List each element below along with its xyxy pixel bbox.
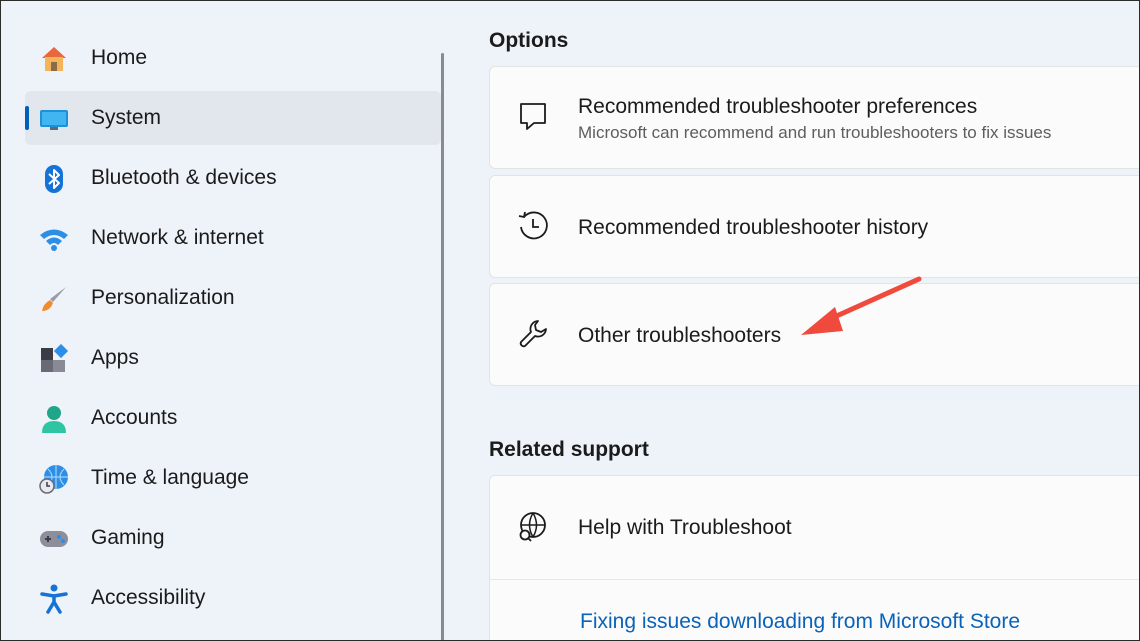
sidebar-item-system[interactable]: System (25, 91, 441, 145)
sidebar: Home System Bluetooth & devices Network … (1, 1, 444, 640)
globe-search-icon (516, 510, 550, 544)
sidebar-item-label: Apps (91, 346, 139, 369)
gamepad-icon (39, 524, 69, 554)
selection-indicator (25, 106, 29, 130)
sidebar-item-label: Gaming (91, 526, 165, 549)
sidebar-item-bluetooth[interactable]: Bluetooth & devices (25, 151, 441, 205)
troubleshooter-preferences-card[interactable]: Recommended troubleshooter preferences M… (489, 66, 1139, 169)
apps-icon (39, 344, 69, 374)
annotation-arrow-icon (791, 271, 931, 356)
settings-window: Home System Bluetooth & devices Network … (0, 0, 1140, 641)
sidebar-item-time-language[interactable]: Time & language (25, 451, 441, 505)
home-icon (39, 44, 69, 74)
history-icon (516, 209, 550, 243)
sidebar-item-personalization[interactable]: Personalization (25, 271, 441, 325)
chat-bubble-icon (516, 99, 550, 133)
sidebar-item-accessibility[interactable]: Accessibility (25, 571, 441, 625)
divider (490, 579, 1139, 580)
sidebar-scrollbar[interactable] (441, 53, 444, 640)
related-support-heading: Related support (489, 438, 649, 461)
sidebar-item-label: Time & language (91, 466, 249, 489)
card-title: Other troubleshooters (578, 324, 782, 347)
microsoft-store-help-link[interactable]: Fixing issues downloading from Microsoft… (580, 610, 1020, 634)
card-title: Recommended troubleshooter preferences (578, 95, 978, 118)
sidebar-item-label: Bluetooth & devices (91, 166, 277, 189)
bluetooth-icon (39, 164, 69, 194)
card-title: Recommended troubleshooter history (578, 216, 929, 239)
sidebar-item-label: Accessibility (91, 586, 206, 609)
sidebar-item-label: Home (91, 46, 148, 69)
sidebar-item-label: System (91, 106, 162, 129)
sidebar-item-label: Accounts (91, 406, 178, 429)
sidebar-item-apps[interactable]: Apps (25, 331, 441, 385)
sidebar-item-home[interactable]: Home (25, 31, 441, 85)
sidebar-item-accounts[interactable]: Accounts (25, 391, 441, 445)
system-icon (39, 104, 69, 134)
card-subtitle: Microsoft can recommend and run troubles… (578, 123, 1052, 142)
help-troubleshoot-card[interactable]: Help with Troubleshoot Fixing issues dow… (489, 475, 1139, 640)
sidebar-item-label: Network & internet (91, 226, 264, 249)
sidebar-item-gaming[interactable]: Gaming (25, 511, 441, 565)
card-title: Help with Troubleshoot (578, 516, 792, 539)
sidebar-item-network[interactable]: Network & internet (25, 211, 441, 265)
wrench-icon (516, 317, 550, 351)
wifi-icon (39, 224, 69, 254)
account-icon (39, 404, 69, 434)
paintbrush-icon (39, 284, 69, 314)
accessibility-icon (39, 584, 69, 614)
options-heading: Options (489, 29, 569, 52)
globe-clock-icon (39, 464, 69, 494)
sidebar-item-label: Personalization (91, 286, 235, 309)
troubleshooter-history-card[interactable]: Recommended troubleshooter history (489, 175, 1139, 278)
